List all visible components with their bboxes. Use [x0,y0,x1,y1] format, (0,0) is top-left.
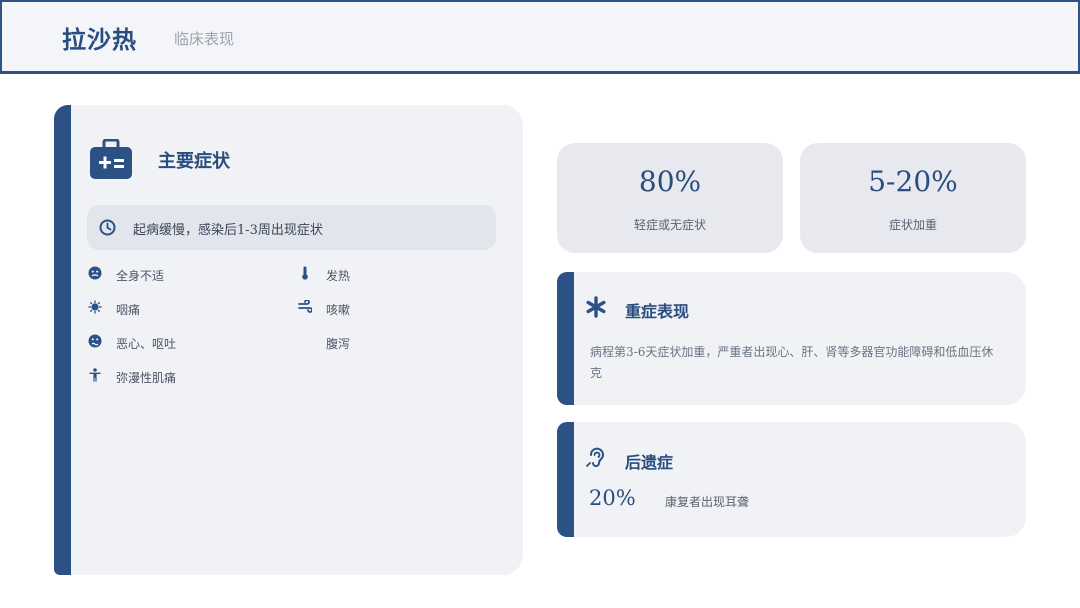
onset-banner: 起病缓慢，感染后1-3周出现症状 [87,205,496,250]
sequelae-description: 康复者出现耳聋 [665,495,750,509]
stat-card-mild: 80% 轻症或无症状 [557,143,783,253]
symptom-label: 全身不适 [116,269,165,283]
stat-card-severe: 5-20% 症状加重 [800,143,1026,253]
thermometer-icon [302,266,308,280]
main-symptoms-card: 主要症状 起病缓慢，感染后1-3周出现症状 全身不适 发热 咽痛 咳嗽 恶心、呕… [54,105,523,575]
clock-icon [99,219,116,236]
virus-icon [88,300,102,314]
symptom-label: 腹泻 [326,337,351,351]
card-accent-bar [557,422,574,537]
person-icon [89,368,101,382]
page-title: 拉沙热 [62,25,137,54]
asterisk-icon [586,296,606,318]
onset-text: 起病缓慢，感染后1-3周出现症状 [133,223,323,238]
stat-caption: 症状加重 [888,218,937,232]
sick-face-icon [88,266,102,280]
main-symptoms-title: 主要症状 [158,151,230,172]
cough-icon [298,300,312,313]
card-accent-bar [54,105,71,575]
symptom-label: 弥漫性肌痛 [116,371,177,385]
symptom-label: 咽痛 [116,303,141,317]
severe-card: 重症表现 病程第3-6天症状加重，严重者出现心、肝、肾等多器官功能障碍和低血压休… [557,272,1026,405]
sequelae-value: 20% [589,486,636,510]
nausea-face-icon [88,334,102,348]
symptom-label: 恶心、呕吐 [116,337,177,351]
severe-title: 重症表现 [625,302,690,321]
stat-value: 5-20% [868,165,958,198]
severe-description: 病程第3-6天症状加重，严重者出现心、肝、肾等多器官功能障碍和低血压休克 [590,345,994,380]
ear-icon [586,447,604,467]
sequelae-card: 后遗症 20% 康复者出现耳聋 [557,422,1026,537]
medical-kit-icon [90,139,132,179]
symptom-label: 发热 [326,269,351,283]
header-bar: 拉沙热 临床表现 [0,0,1080,74]
stat-caption: 轻症或无症状 [633,218,706,232]
symptom-label: 咳嗽 [326,303,351,317]
sequelae-title: 后遗症 [625,453,674,472]
page-subtitle: 临床表现 [174,30,235,48]
stat-value: 80% [638,165,702,198]
card-accent-bar [557,272,574,405]
